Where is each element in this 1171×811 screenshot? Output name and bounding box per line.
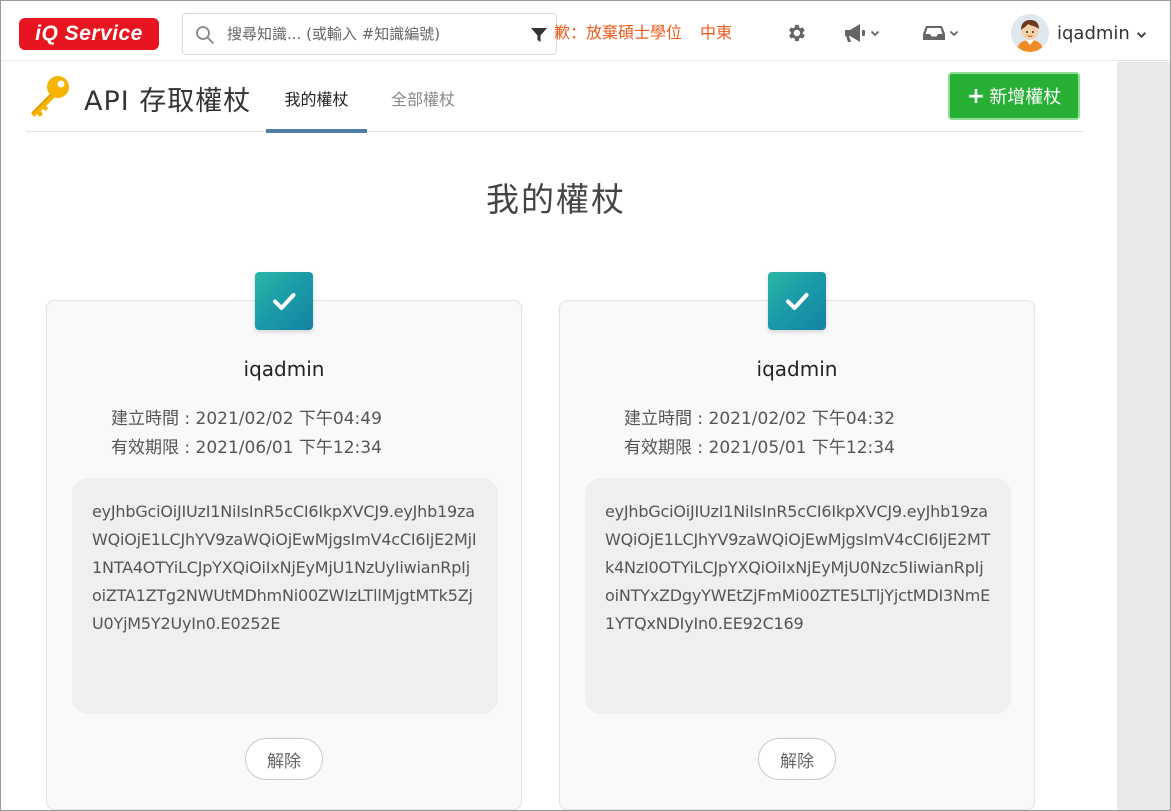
user-avatar-icon [1011,14,1049,52]
check-icon [273,293,296,310]
check-icon [786,293,809,310]
announcements-dropdown[interactable] [843,20,880,46]
token-value[interactable]: eyJhbGciOiJIUzI1NiIsInR5cCI6IkpXVCJ9.eyJ… [92,498,478,638]
top-navbar: iQ Service 歉：放棄碩士學位中東 [1,1,1170,61]
token-created-time: 建立時間 : 2021/02/02 下午04:49 [111,409,382,429]
tab-all-tokens[interactable]: 全部權杖 [378,86,468,132]
inbox-dropdown[interactable] [922,20,959,46]
token-created-time: 建立時間 : 2021/02/02 下午04:32 [624,409,895,429]
iq-service-logo[interactable]: iQ Service [19,18,159,50]
chevron-down-icon [870,30,880,37]
marquee-item[interactable]: 中東 [700,23,732,42]
search-input[interactable] [227,14,507,54]
token-card: iqadmin 建立時間 : 2021/02/02 下午04:49 有效期限 :… [46,300,522,810]
filter-icon[interactable] [529,25,549,45]
add-token-button[interactable]: + 新增權杖 [948,72,1080,120]
revoke-token-button[interactable]: 解除 [245,738,323,780]
announcement-marquee[interactable]: 歉：放棄碩士學位 中東 [554,21,754,45]
token-value-box[interactable]: eyJhbGciOiJIUzI1NiIsInR5cCI6IkpXVCJ9.eyJ… [585,478,1011,714]
megaphone-icon [845,24,865,42]
token-card: iqadmin 建立時間 : 2021/02/02 下午04:32 有效期限 :… [559,300,1035,810]
search-icon[interactable] [195,25,215,45]
section-title: 我的權杖 [486,180,626,219]
settings-button[interactable] [785,20,807,46]
chevron-down-icon [1136,31,1146,38]
token-value[interactable]: eyJhbGciOiJIUzI1NiIsInR5cCI6IkpXVCJ9.eyJ… [605,498,991,638]
avatar[interactable] [1011,14,1049,52]
token-expiry-time: 有效期限 : 2021/05/01 下午12:34 [624,438,895,458]
token-active-badge [255,272,313,330]
tab-my-tokens[interactable]: 我的權杖 [266,86,367,133]
scrollbar-track[interactable] [1117,62,1170,810]
token-owner: iqadmin [243,357,325,381]
token-expiry-time: 有效期限 : 2021/06/01 下午12:34 [111,438,382,458]
marquee-item[interactable]: 歉：放棄碩士學位 [554,23,682,42]
page-title: API 存取權杖 [84,86,252,117]
token-value-box[interactable]: eyJhbGciOiJIUzI1NiIsInR5cCI6IkpXVCJ9.eyJ… [72,478,498,714]
add-token-label: 新增權杖 [989,87,1062,108]
token-owner: iqadmin [756,357,838,381]
user-menu[interactable]: iqadmin [1057,21,1147,47]
gear-icon [789,24,805,42]
chevron-down-icon [949,30,959,37]
page-header: API 存取權杖 我的權杖 全部權杖 + 新增權杖 [26,62,1083,133]
search-box[interactable] [182,13,557,55]
token-active-badge [768,272,826,330]
username-label: iqadmin [1057,23,1130,44]
key-icon [31,76,69,117]
inbox-icon [923,26,945,40]
plus-icon: + [966,83,986,109]
revoke-token-button[interactable]: 解除 [758,738,836,780]
